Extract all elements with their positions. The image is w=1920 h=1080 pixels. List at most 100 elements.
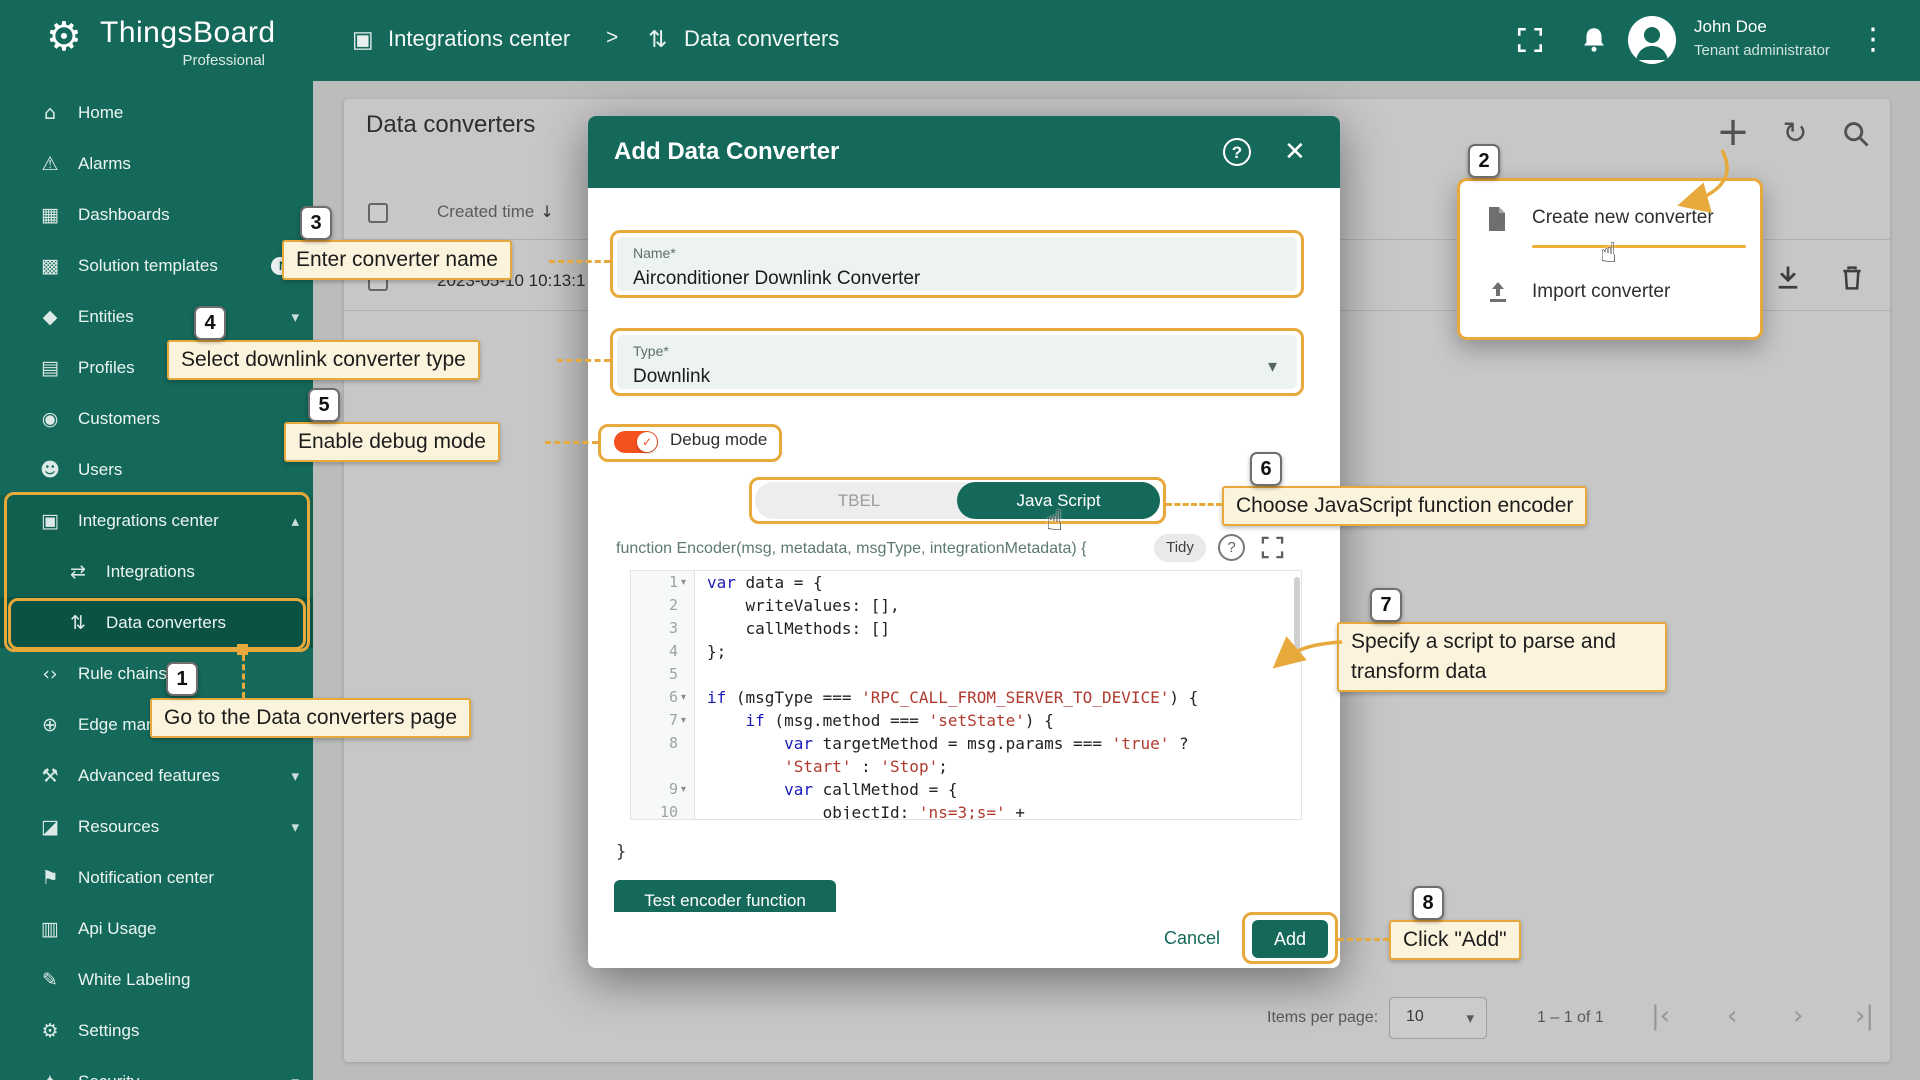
dashboards-icon: ▦ <box>41 203 59 226</box>
script-language-tabs: TBEL Java Script <box>755 482 1160 519</box>
upload-icon <box>1486 280 1510 309</box>
code-line: 3 callMethods: [] <box>631 617 1301 640</box>
sidebar-item-settings[interactable]: ⚙ Settings <box>0 1005 313 1056</box>
annotation-number-8: 8 <box>1412 886 1444 920</box>
notifications-bell-icon[interactable] <box>1580 25 1608 53</box>
code-line: 4}; <box>631 640 1301 663</box>
annotation-number-5: 5 <box>308 388 340 422</box>
sidebar-item-label: Entities <box>78 306 134 326</box>
tab-tbel[interactable]: TBEL <box>755 482 963 519</box>
close-icon[interactable]: ✕ <box>1284 137 1306 167</box>
rule-chains-icon: ‹› <box>42 662 58 685</box>
function-help-icon[interactable]: ? <box>1218 534 1245 561</box>
sidebar-item-rule-chains[interactable]: ‹› Rule chains <box>0 648 313 699</box>
profiles-icon: ▤ <box>41 356 59 379</box>
annotation-number-1: 1 <box>166 662 198 696</box>
sidebar-item-dashboards[interactable]: ▦ Dashboards <box>0 189 313 240</box>
debug-mode-toggle[interactable]: ✓ <box>614 431 658 453</box>
sidebar-item-integrations-center[interactable]: ▣ Integrations center ▴ <box>0 495 313 546</box>
annotation-callout-4: Select downlink converter type <box>167 340 480 380</box>
sidebar-item-label: Solution templates <box>78 255 218 275</box>
sidebar-item-label: Rule chains <box>78 663 167 683</box>
tidy-button[interactable]: Tidy <box>1154 534 1206 562</box>
type-select[interactable]: Type* Downlink ▾ <box>617 335 1297 389</box>
sidebar-item-label: Alarms <box>78 153 131 173</box>
cursor-hand-icon: ☝ <box>1046 504 1064 537</box>
editor-scrollbar[interactable] <box>1294 577 1300 655</box>
test-button-clip: Test encoder function <box>614 880 836 912</box>
sidebar-item-data-converters[interactable]: ⇅ Data converters <box>0 597 313 648</box>
chevron-down-icon: ▾ <box>291 1073 299 1080</box>
avatar[interactable] <box>1628 16 1676 64</box>
sidebar-item-alarms[interactable]: ⚠ Alarms <box>0 138 313 189</box>
code-line: 'Start' : 'Stop'; <box>631 755 1301 778</box>
code-lines: 1 ▾ var data = {2 writeValues: [], 3 callMe… <box>631 571 1301 820</box>
code-line: 10 objectId: 'ns=3;s=' + <box>631 801 1301 820</box>
sidebar-item-customers[interactable]: ◉ Customers <box>0 393 313 444</box>
api-usage-icon: ▥ <box>41 917 59 940</box>
chevron-down-icon: ▾ <box>291 766 299 785</box>
sidebar-item-label: Integrations <box>106 561 195 581</box>
sidebar-nav: ⌂ Home ⚠ Alarms ▦ Dashboards ▩ Solution templat… <box>0 81 313 1080</box>
settings-icon: ⚙ <box>41 1019 59 1042</box>
annotation-callout-7: Specify a script to parse and transform … <box>1337 622 1667 692</box>
sidebar-item-entities[interactable]: ◆ Entities ▾ <box>0 291 313 342</box>
sidebar-item-label: Resources <box>78 816 160 836</box>
fold-arrow-icon: ▾ <box>681 692 687 703</box>
sidebar-item-notification-center[interactable]: ⚑ Notification center <box>0 852 313 903</box>
annotation-connector-4 <box>557 359 610 362</box>
kebab-menu-icon[interactable]: ⋮ <box>1858 22 1888 57</box>
sidebar-item-security[interactable]: ✦ Security ▾ <box>0 1056 313 1080</box>
breadcrumb-integrations-center[interactable]: Integrations center <box>388 26 570 52</box>
breadcrumb-data-converters: Data converters <box>684 26 840 51</box>
add-button[interactable]: Add <box>1252 920 1328 958</box>
breadcrumb-separator: > <box>606 26 619 49</box>
annotation-connector-3 <box>549 260 610 263</box>
code-line: 6 ▾ if (msgType === 'RPC_CALL_FROM_SERVER_… <box>631 686 1301 709</box>
sidebar-item-solution-templates[interactable]: ▩Solution templatesNEW <box>0 240 313 291</box>
chevron-up-icon: ▴ <box>291 511 299 530</box>
entities-icon: ◆ <box>42 305 58 328</box>
sidebar-item-api-usage[interactable]: ▥ Api Usage <box>0 903 313 954</box>
chevron-down-icon: ▾ <box>291 307 299 326</box>
sidebar-item-advanced-features[interactable]: ⚒ Advanced features ▾ <box>0 750 313 801</box>
fullscreen-icon[interactable] <box>1516 26 1544 54</box>
integrations-center-icon: ▣ <box>41 509 59 532</box>
line-number: 4 <box>668 642 678 660</box>
annotation-connector-6 <box>1166 503 1222 506</box>
home-icon: ⌂ <box>43 101 57 124</box>
sidebar-item-integrations[interactable]: ⇄ Integrations <box>0 546 313 597</box>
cancel-button[interactable]: Cancel <box>1164 928 1220 949</box>
sidebar-item-users[interactable]: ☻ Users <box>0 444 313 495</box>
annotation-number-2: 2 <box>1468 144 1500 178</box>
function-closing-brace: } <box>616 842 627 862</box>
line-number: 10 <box>659 803 678 820</box>
annotation-number-4: 4 <box>194 306 226 340</box>
highlight-name-field: Name* Airconditioner Downlink Converter <box>610 230 1304 298</box>
sidebar-item-label: Settings <box>78 1020 140 1040</box>
code-line: 5 <box>631 663 1301 686</box>
menu-item-import-converter[interactable]: Import converter <box>1460 267 1760 319</box>
sidebar-item-home[interactable]: ⌂ Home <box>0 87 313 138</box>
sidebar-item-label: Notification center <box>78 867 215 887</box>
test-encoder-function-button[interactable]: Test encoder function <box>614 880 836 912</box>
expand-editor-icon[interactable] <box>1260 535 1287 562</box>
name-field[interactable]: Name* Airconditioner Downlink Converter <box>617 237 1297 291</box>
line-number: 2 <box>668 596 678 614</box>
sidebar-item-resources[interactable]: ◪ Resources ▾ <box>0 801 313 852</box>
annotation-callout-5: Enable debug mode <box>284 422 500 462</box>
help-icon[interactable]: ? <box>1223 138 1251 166</box>
solution-templates-icon: ▩ <box>41 254 59 277</box>
annotation-underline <box>1532 245 1746 248</box>
fold-arrow-icon: ▾ <box>681 784 687 795</box>
user-name: John Doe <box>1694 17 1767 36</box>
sidebar-item-white-labeling[interactable]: ✎ White Labeling <box>0 954 313 1005</box>
dialog-title: Add Data Converter <box>614 138 840 165</box>
chevron-down-icon: ▾ <box>1267 356 1277 377</box>
users-icon: ☻ <box>40 458 60 481</box>
code-editor[interactable]: 1 ▾ var data = {2 writeValues: [], 3 callMe… <box>630 570 1302 820</box>
app-header: ⚙ ThingsBoard Professional ▣ Integration… <box>0 0 1920 81</box>
annotation-callout-1: Go to the Data converters page <box>150 698 472 738</box>
sidebar-item-label: Home <box>78 102 124 122</box>
data-converters-icon: ⇅ <box>70 611 86 634</box>
